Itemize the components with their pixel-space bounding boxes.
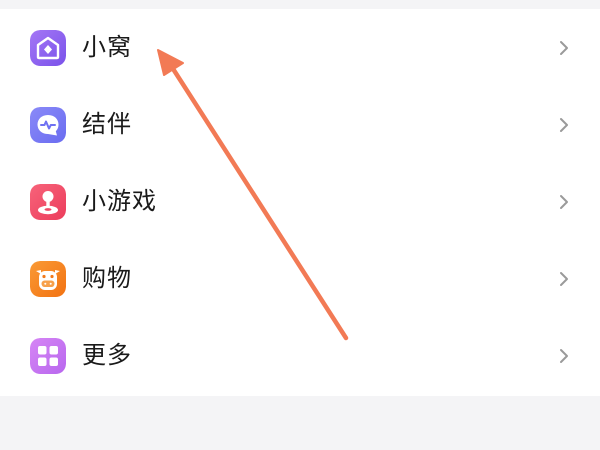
grid-four-icon bbox=[30, 338, 66, 374]
joystick-icon bbox=[30, 184, 66, 220]
chevron-right-icon bbox=[557, 39, 571, 57]
menu-item-label: 结伴 bbox=[82, 110, 132, 138]
chat-pulse-icon bbox=[30, 107, 66, 143]
home-diamond-icon bbox=[30, 30, 66, 66]
menu-item-label: 小窝 bbox=[82, 33, 132, 61]
menu-item-xiaowo[interactable]: 小窝 bbox=[0, 9, 600, 86]
menu-item-xiaoyouxi[interactable]: 小游戏 bbox=[0, 163, 600, 240]
menu-item-gengduo[interactable]: 更多 bbox=[0, 317, 600, 394]
menu-item-gouwu[interactable]: 购物 bbox=[0, 240, 600, 317]
chevron-right-icon bbox=[557, 347, 571, 365]
chevron-right-icon bbox=[557, 270, 571, 288]
menu-item-label: 小游戏 bbox=[82, 187, 157, 215]
top-strip bbox=[0, 0, 600, 9]
menu-item-jieban[interactable]: 结伴 bbox=[0, 86, 600, 163]
menu-item-label: 更多 bbox=[82, 341, 132, 369]
chevron-right-icon bbox=[557, 116, 571, 134]
bottom-area bbox=[0, 396, 600, 450]
chevron-right-icon bbox=[557, 193, 571, 211]
cow-face-icon bbox=[30, 261, 66, 297]
menu-item-label: 购物 bbox=[82, 264, 132, 292]
menu-card: 小窝 结伴 小游戏 购物 更多 bbox=[0, 9, 600, 396]
